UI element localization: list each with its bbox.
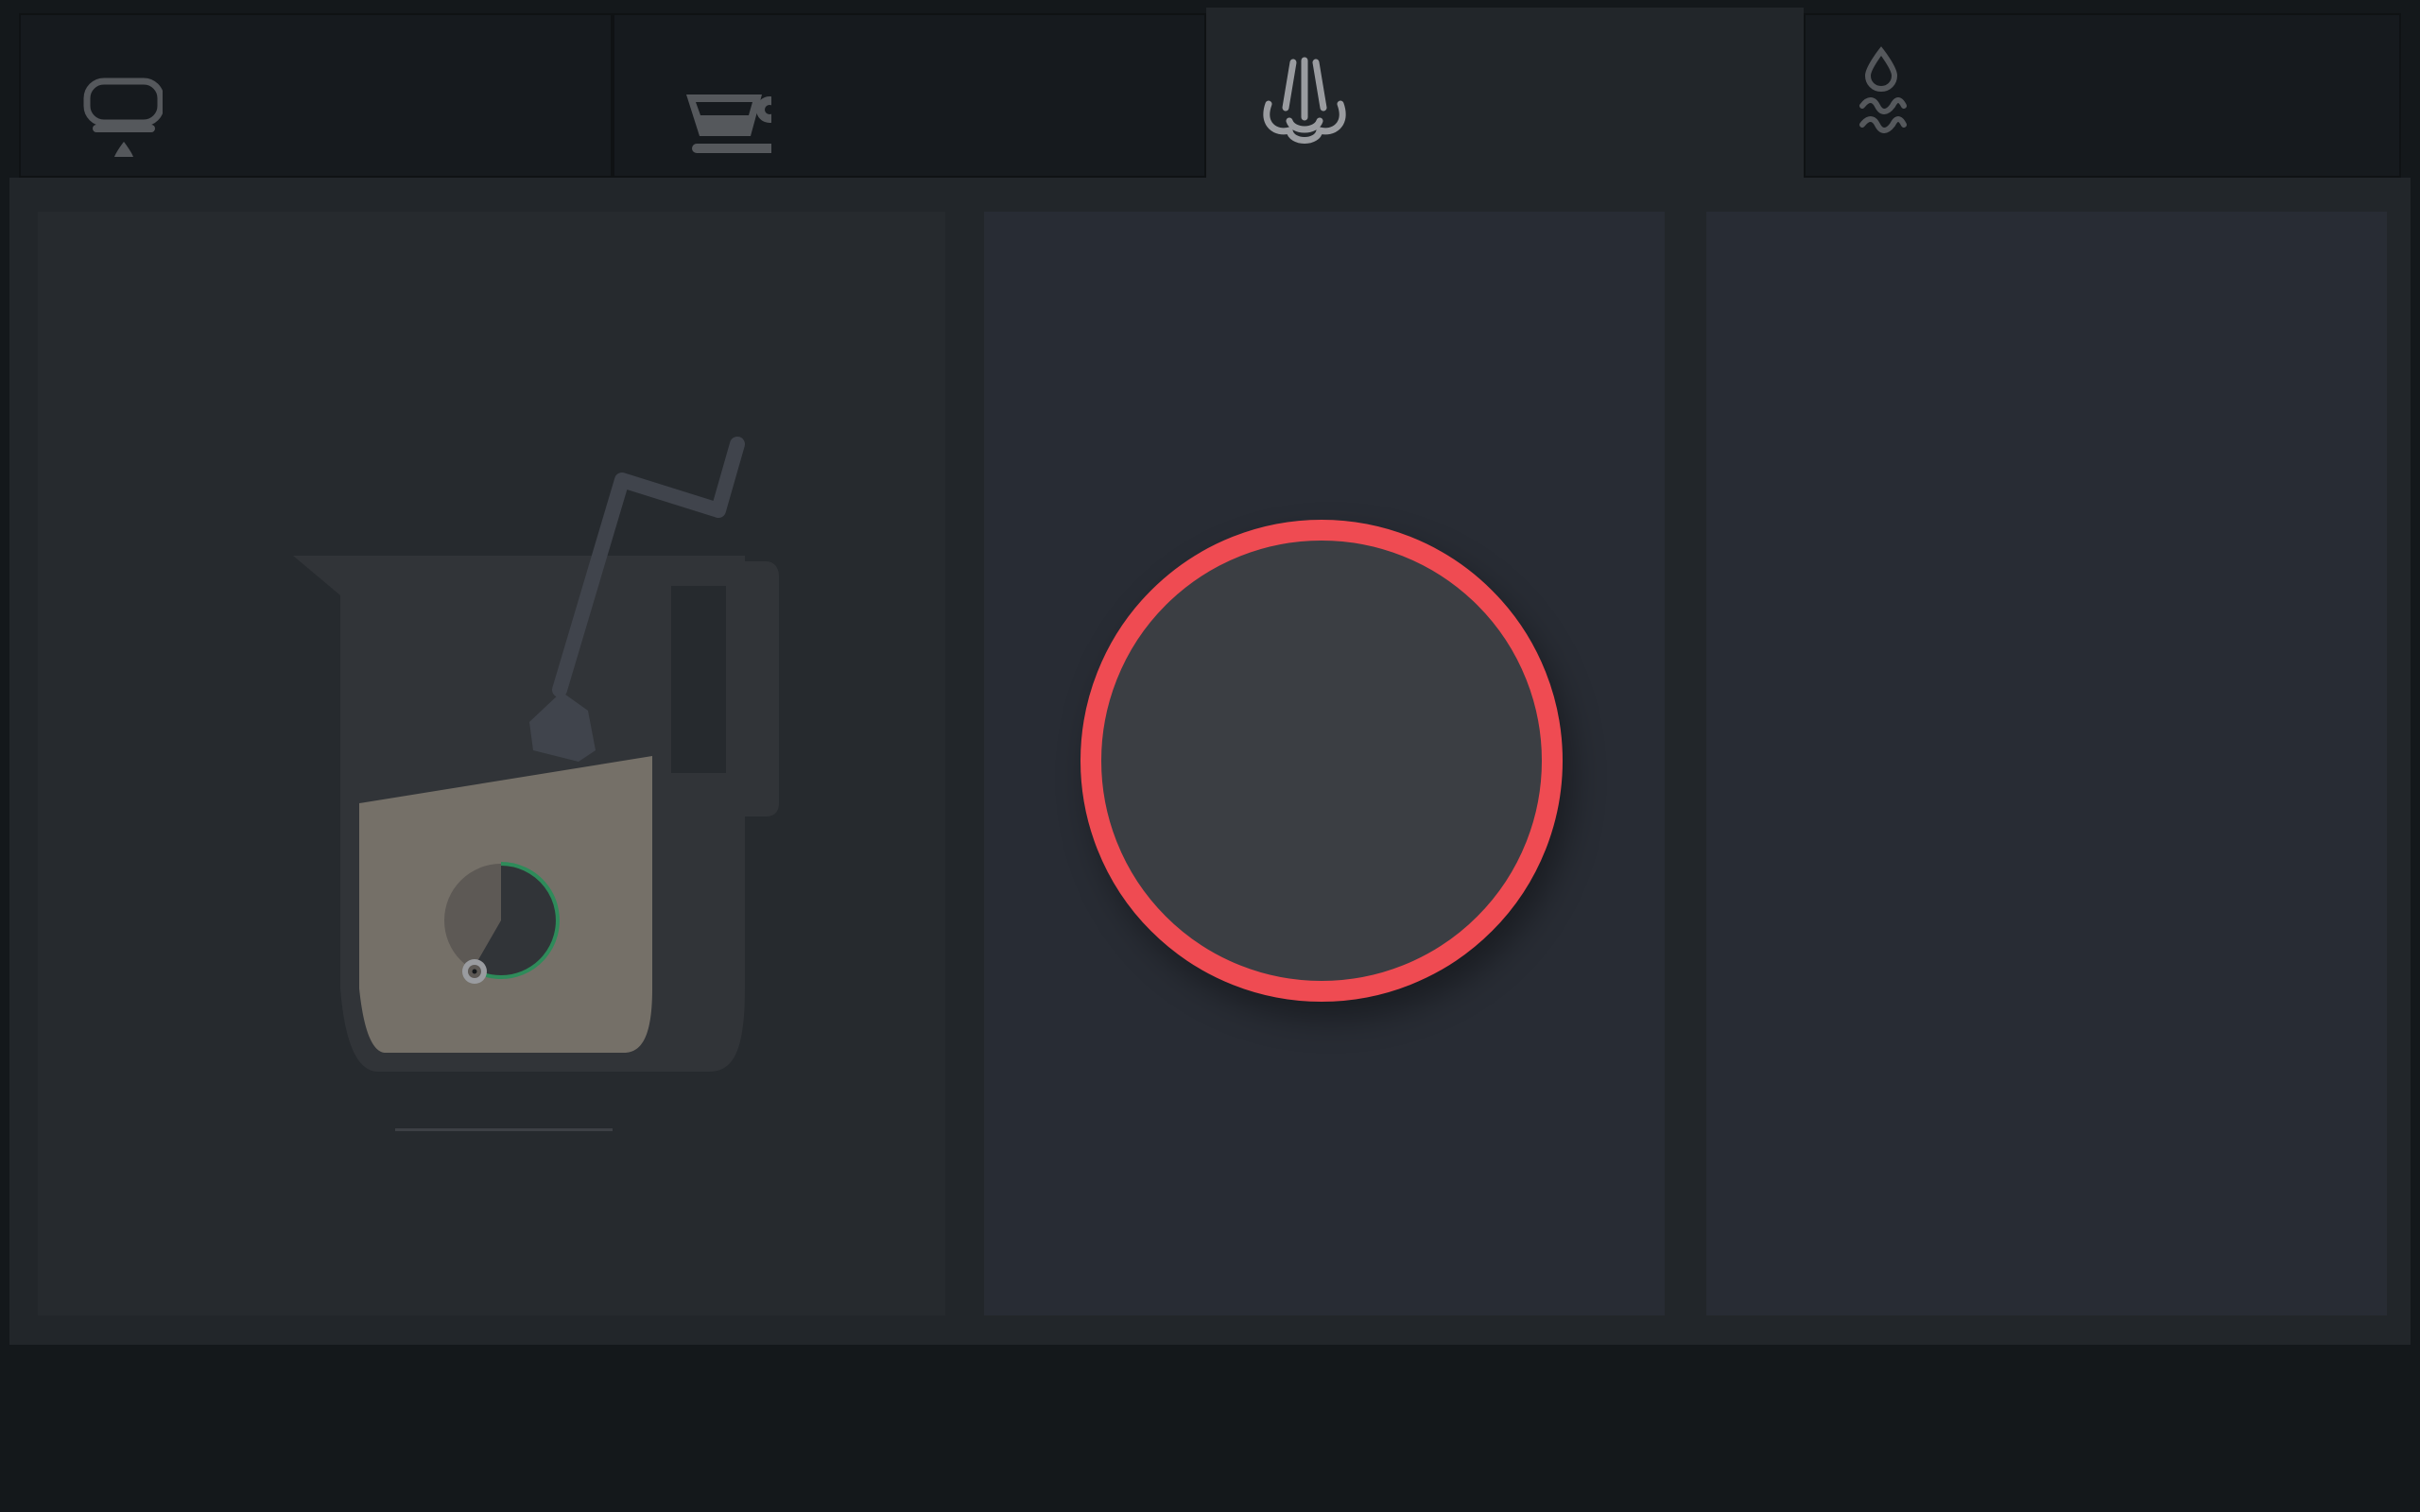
espresso-drip-icon bbox=[83, 77, 163, 157]
tab-espresso[interactable] bbox=[19, 13, 613, 178]
tab-hot-water[interactable] bbox=[1804, 13, 2401, 178]
info-panel bbox=[1706, 212, 2387, 1315]
tab-steam[interactable] bbox=[1206, 8, 1804, 183]
steam-screen bbox=[0, 0, 2420, 1512]
milk-pitcher-steam-icon bbox=[293, 437, 779, 1131]
control-panel bbox=[984, 212, 1665, 1315]
tab-bar bbox=[19, 8, 2401, 183]
steam-wand-icon bbox=[1263, 57, 1346, 144]
steam-content bbox=[9, 178, 2411, 1345]
start-button[interactable] bbox=[1080, 520, 1563, 1002]
tab-coffee[interactable] bbox=[613, 13, 1206, 178]
coffee-cup-icon bbox=[686, 94, 771, 153]
hot-water-icon bbox=[1859, 46, 1907, 133]
pitcher-panel bbox=[38, 212, 945, 1315]
